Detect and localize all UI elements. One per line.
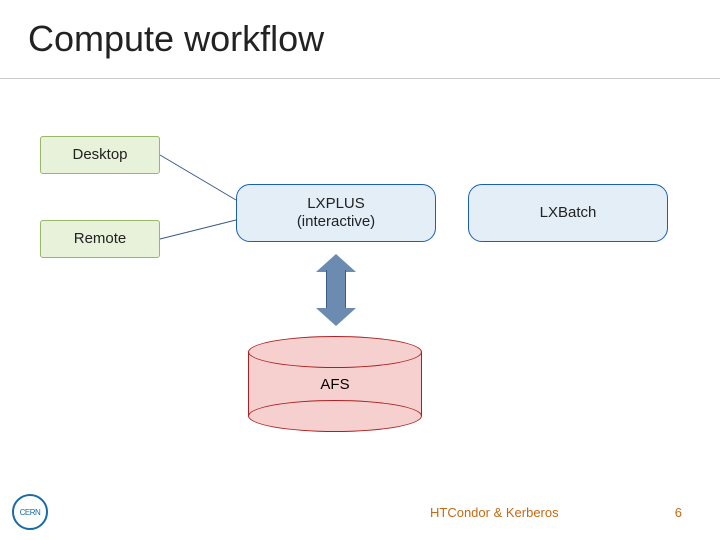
footer-talk-title: HTCondor & Kerberos — [430, 505, 559, 520]
connector-lines — [0, 0, 720, 540]
node-desktop: Desktop — [40, 136, 160, 174]
node-afs-cylinder: AFS — [248, 336, 422, 432]
lxplus-line2: (interactive) — [297, 213, 375, 231]
afs-label: AFS — [248, 336, 422, 432]
cern-logo-icon: CERN — [12, 494, 48, 530]
node-lxbatch: LXBatch — [468, 184, 668, 242]
node-lxplus: LXPLUS (interactive) — [236, 184, 436, 242]
double-arrow-icon — [316, 254, 356, 326]
lxplus-line1: LXPLUS — [297, 195, 375, 213]
page-number: 6 — [675, 505, 682, 520]
node-remote: Remote — [40, 220, 160, 258]
